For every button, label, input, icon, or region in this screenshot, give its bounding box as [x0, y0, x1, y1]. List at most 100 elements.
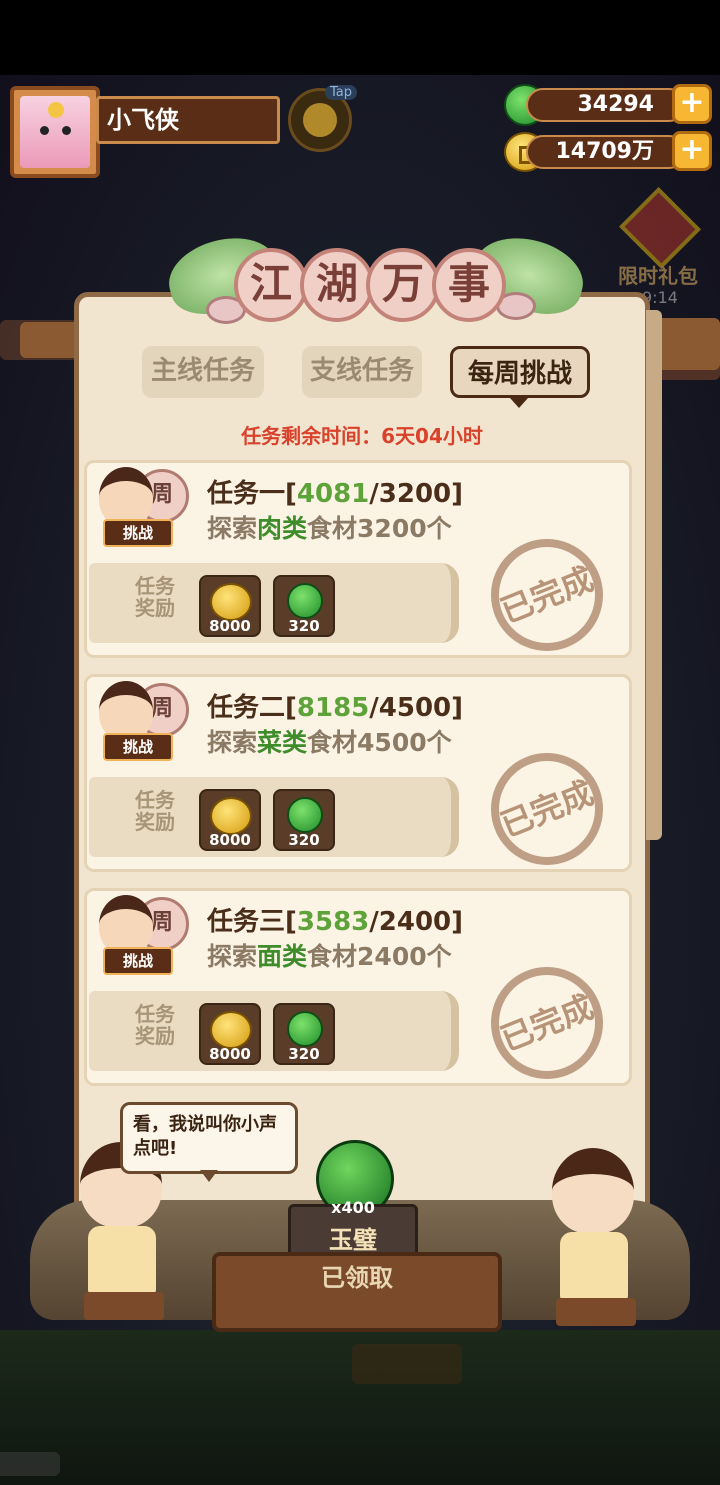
tap-label: Tap: [325, 85, 358, 100]
add-coin-button[interactable]: +: [672, 131, 712, 171]
completed-stamp: 已完成: [474, 736, 620, 882]
task-desc-suffix: 食材4500个: [307, 728, 452, 757]
panel-title-char: 万: [366, 248, 440, 322]
smiley-icon: [303, 103, 337, 137]
time-remaining: 任务剩余时间：6天04小时: [241, 424, 483, 448]
task-card: 周 挑战 任务二[8185/4500] 探索菜类食材4500个 任务奖励 800…: [84, 674, 632, 882]
reward-amount: 320: [288, 1045, 320, 1063]
avatar-face-icon: [20, 96, 90, 168]
task-girl-icon: 周 挑战: [95, 677, 191, 765]
task-category: 面类: [257, 942, 308, 971]
tab-side-quests[interactable]: 支线任务: [302, 346, 422, 398]
stool: [556, 1298, 636, 1326]
grand-prize-name: 玉璧: [329, 1226, 377, 1254]
coin-icon: [210, 1011, 252, 1049]
jade-icon: [287, 797, 323, 833]
task-desc-suffix: 食材2400个: [307, 942, 452, 971]
task-card: 周 挑战 任务三[3583/2400] 探索面类食材2400个 任务奖励 800…: [84, 888, 632, 1096]
task-category: 肉类: [257, 514, 308, 543]
grand-prize-quantity: x400: [331, 1198, 375, 1217]
task-title: 任务二[8185/4500]: [207, 687, 463, 724]
task-title-prefix: 任务二[: [207, 693, 297, 723]
task-progress: 4081: [296, 479, 370, 509]
gift-event-label: 限时礼包: [618, 264, 698, 288]
task-girl-icon: 周 挑战: [95, 891, 191, 979]
task-title-prefix: 任务一[: [207, 479, 297, 509]
panel-title-char: 湖: [300, 248, 374, 322]
girl-head: [99, 467, 153, 527]
reward-jade[interactable]: 320: [273, 789, 335, 851]
task-target: /4500]: [369, 693, 464, 723]
task-progress: 3583: [296, 907, 370, 937]
task-card: 周 挑战 任务一[4081/3200] 探索肉类食材3200个 任务奖励 800…: [84, 460, 632, 668]
task-description: 探索菜类食材4500个: [207, 723, 452, 759]
gift-box-icon: [618, 186, 702, 270]
task-title-prefix: 任务三[: [207, 907, 297, 937]
stool: [84, 1292, 164, 1320]
completed-stamp: 已完成: [474, 522, 620, 668]
completed-stamp: 已完成: [474, 950, 620, 1096]
coin-balance: 14709万: [526, 135, 686, 169]
speech-bubble: 看，我说叫你小声点吧!: [120, 1102, 298, 1174]
task-desc-prefix: 探索: [207, 728, 258, 757]
task-girl-icon: 周 挑战: [95, 463, 191, 551]
tab-weekly-challenge[interactable]: 每周挑战: [450, 346, 590, 398]
avatar-eye: [40, 126, 49, 135]
challenge-tag: 挑战: [103, 947, 173, 975]
character-body: [560, 1232, 628, 1300]
reward-amount: 320: [288, 831, 320, 849]
add-jade-button[interactable]: +: [672, 84, 712, 124]
reward-label: 任务奖励: [135, 1002, 175, 1048]
reward-label: 任务奖励: [135, 788, 175, 834]
girl-head: [99, 681, 153, 741]
character-body: [88, 1226, 156, 1294]
scroll-edge: [646, 310, 662, 840]
reward-amount: 8000: [209, 831, 251, 849]
girl-head: [99, 895, 153, 955]
reward-jade[interactable]: 320: [273, 1003, 335, 1065]
avatar[interactable]: [10, 86, 100, 178]
task-desc-prefix: 探索: [207, 942, 258, 971]
task-category: 菜类: [257, 728, 308, 757]
jade-icon: [287, 1011, 323, 1047]
reward-coin[interactable]: 8000: [199, 575, 261, 637]
task-desc-prefix: 探索: [207, 514, 258, 543]
reward-amount: 8000: [209, 617, 251, 635]
side-tab[interactable]: [0, 1452, 60, 1476]
avatar-eye: [62, 126, 71, 135]
task-description: 探索面类食材2400个: [207, 937, 452, 973]
reward-coin[interactable]: 8000: [199, 789, 261, 851]
reward-coin[interactable]: 8000: [199, 1003, 261, 1065]
scroll-rod-left: [20, 322, 80, 358]
character-head: [552, 1148, 634, 1234]
grand-prize-status: 已领取: [321, 1264, 393, 1292]
status-bar: [0, 0, 720, 75]
task-target: /3200]: [369, 479, 464, 509]
avatar-gem: [48, 102, 64, 118]
task-description: 探索肉类食材3200个: [207, 509, 452, 545]
panel-title-char: 事: [432, 248, 506, 322]
speech-bubble-tail: [200, 1170, 218, 1182]
task-desc-suffix: 食材3200个: [307, 514, 452, 543]
task-target: /2400]: [369, 907, 464, 937]
reward-amount: 320: [288, 617, 320, 635]
player-name: 小飞侠: [96, 96, 280, 144]
reward-label: 任务奖励: [135, 574, 175, 620]
tab-main-quests[interactable]: 主线任务: [142, 346, 264, 398]
reward-jade[interactable]: 320: [273, 575, 335, 637]
challenge-tag: 挑战: [103, 519, 173, 547]
character-right-icon: [546, 1148, 646, 1328]
coin-icon: [210, 583, 252, 621]
coin-icon: [210, 797, 252, 835]
task-progress: 8185: [296, 693, 370, 723]
jade-balance: 34294: [526, 88, 686, 122]
tap-button[interactable]: Tap: [288, 85, 358, 152]
jade-icon: [287, 583, 323, 619]
task-title: 任务三[3583/2400]: [207, 901, 463, 938]
panel-title-char: 江: [234, 248, 308, 322]
background-button: [352, 1344, 462, 1384]
challenge-tag: 挑战: [103, 733, 173, 761]
reward-amount: 8000: [209, 1045, 251, 1063]
task-title: 任务一[4081/3200]: [207, 473, 463, 510]
active-tab-indicator: [510, 398, 528, 408]
